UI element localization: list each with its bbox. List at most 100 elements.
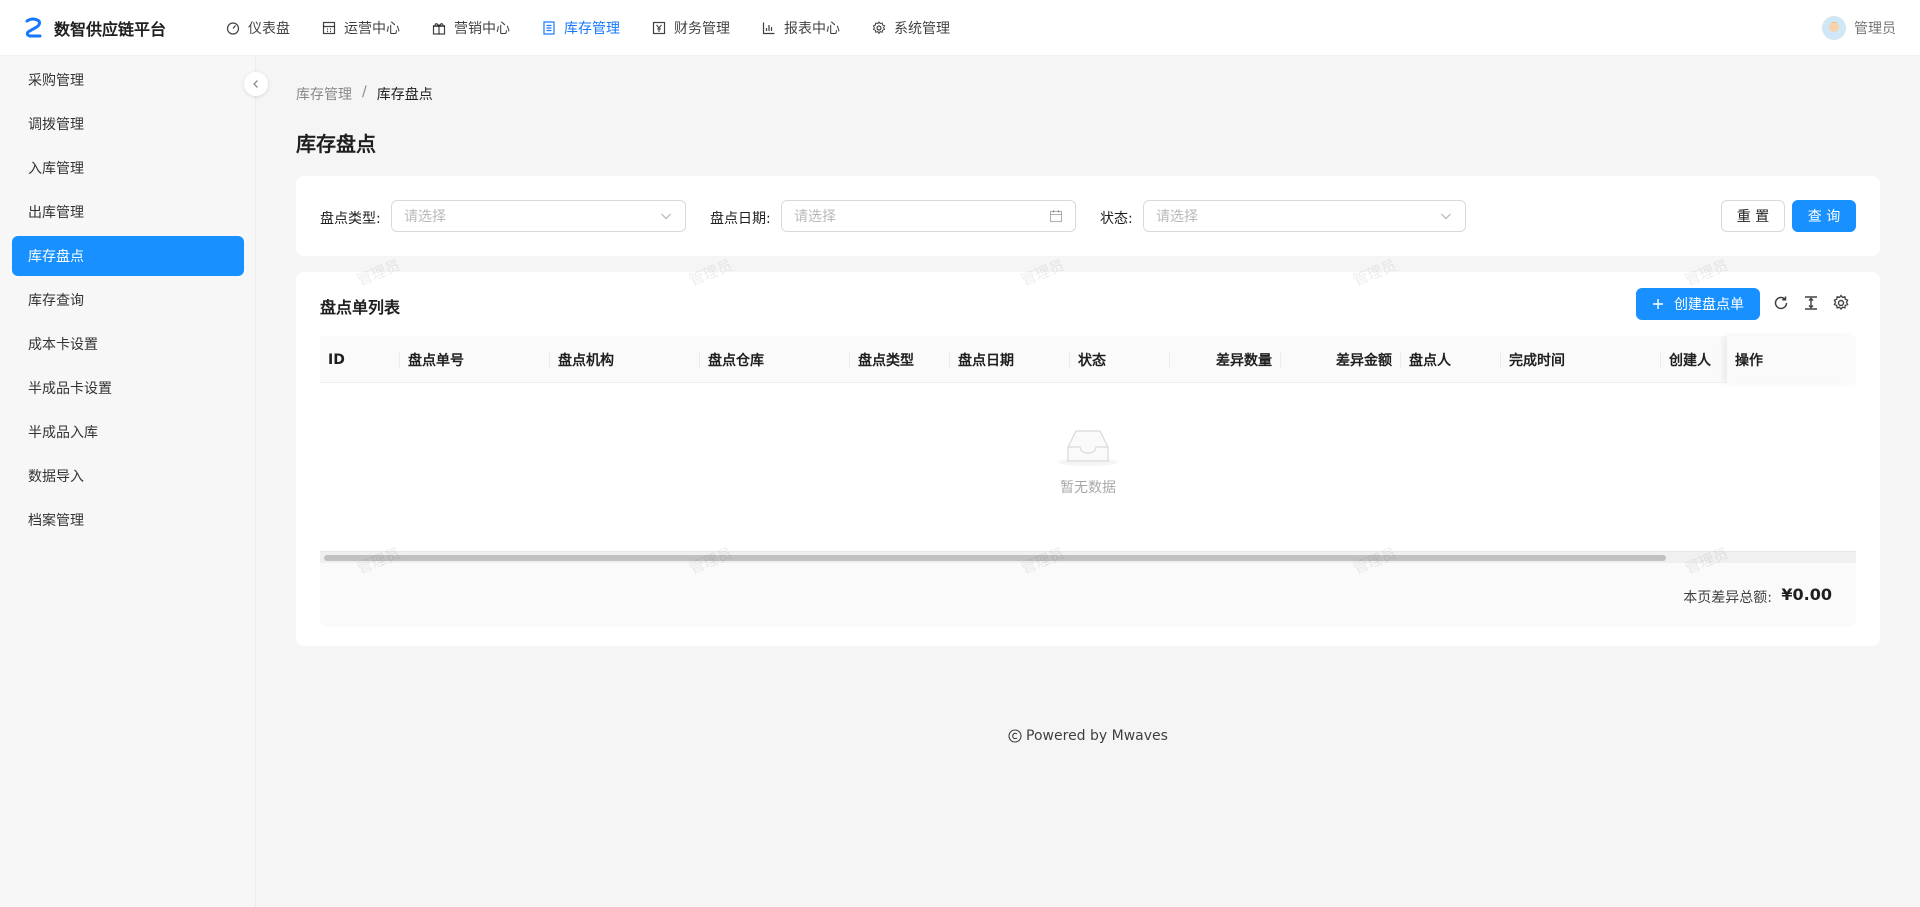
copyright-icon [1008, 729, 1022, 743]
nav-reports[interactable]: 报表中心 [746, 0, 856, 56]
column-header-diff-qty[interactable]: 差异数量 [1170, 336, 1280, 383]
nav-system-label: 系统管理 [894, 20, 950, 37]
top-navigation: 仪表盘 运营中心 营销中心 库存管理 财务管理 报表中心 系统管理 [210, 0, 966, 56]
column-header-status[interactable]: 状态 [1070, 336, 1169, 383]
column-header-finish-time[interactable]: 完成时间 [1501, 336, 1660, 383]
sidebar-item-label: 库存查询 [28, 293, 84, 309]
nav-dashboard[interactable]: 仪表盘 [210, 0, 306, 56]
sidebar-item-outbound[interactable]: 出库管理 [12, 192, 244, 232]
sidebar-item-stocktake[interactable]: 库存盘点 [12, 236, 244, 276]
nav-inventory-label: 库存管理 [564, 20, 620, 37]
filter-status-label: 状态: [1100, 208, 1133, 228]
create-stocktake-button[interactable]: 创建盘点单 [1636, 288, 1760, 320]
reset-button[interactable]: 重 置 [1721, 200, 1785, 232]
column-header-order-no[interactable]: 盘点单号 [400, 336, 549, 383]
nav-reports-label: 报表中心 [784, 20, 840, 37]
sidebar-collapse-button[interactable] [244, 72, 268, 96]
sidebar-item-inbound[interactable]: 入库管理 [12, 148, 244, 188]
column-header-type[interactable]: 盘点类型 [850, 336, 949, 383]
sidebar-item-purchase[interactable]: 采购管理 [12, 60, 244, 100]
page-title: 库存盘点 [296, 132, 376, 156]
gift-icon [432, 22, 446, 35]
scrollbar-thumb[interactable] [324, 555, 1666, 561]
table-header: ID 盘点单号 盘点机构 盘点仓库 盘点类型 盘点日期 状态 差异数量 差异金额… [320, 336, 1856, 383]
sidebar-item-label: 入库管理 [28, 161, 84, 177]
settings-gear-icon[interactable] [1832, 294, 1850, 312]
operation-column-fixed: 操作 [1727, 336, 1856, 383]
query-button[interactable]: 查 询 [1792, 200, 1856, 232]
sidebar-item-label: 档案管理 [28, 513, 84, 529]
sidebar-item-archive[interactable]: 档案管理 [12, 500, 244, 540]
column-header-actions: 操作 [1735, 352, 1763, 369]
colon: : [766, 211, 771, 227]
stocktake-date-picker[interactable]: 请选择 [781, 200, 1076, 232]
footer-text: Powered by Mwaves [1026, 728, 1168, 744]
nav-operations[interactable]: 运营中心 [306, 0, 416, 56]
sidebar-item-stock-query[interactable]: 库存查询 [12, 280, 244, 320]
document-list-icon [543, 20, 555, 35]
sidebar-item-label: 采购管理 [28, 73, 84, 89]
stocktake-date-placeholder: 请选择 [794, 209, 836, 225]
empty-text: 暂无数据 [1060, 480, 1116, 496]
sidebar-item-label: 调拨管理 [28, 117, 84, 133]
table-title: 盘点单列表 [320, 298, 401, 317]
nav-finance[interactable]: 财务管理 [636, 0, 746, 56]
footer: Powered by Mwaves [256, 728, 1920, 744]
calculator-icon [322, 21, 336, 34]
user-avatar-icon [1822, 16, 1846, 40]
colon: : [1128, 211, 1133, 227]
summary-label: 本页差异总额: [1683, 590, 1772, 606]
sidebar: 采购管理 调拨管理 入库管理 出库管理 库存盘点 库存查询 成本卡设置 半成品卡… [0, 56, 256, 907]
column-header-id[interactable]: ID [320, 336, 399, 383]
sidebar-item-label: 成本卡设置 [28, 337, 98, 353]
nav-marketing[interactable]: 营销中心 [416, 0, 526, 56]
status-select[interactable]: 请选择 [1143, 200, 1466, 232]
chevron-left-icon [253, 80, 258, 88]
calendar-icon [1049, 210, 1063, 223]
filter-date-label: 盘点日期: [710, 208, 771, 228]
nav-operations-label: 运营中心 [344, 20, 400, 37]
app-logo[interactable]: 数智供应链平台 [24, 16, 184, 40]
yen-box-icon [652, 21, 666, 34]
gear-icon [872, 20, 886, 34]
column-height-icon[interactable] [1802, 294, 1820, 312]
user-name: 管理员 [1854, 21, 1896, 37]
filter-type-label: 盘点类型: [320, 208, 381, 228]
sidebar-item-label: 出库管理 [28, 205, 84, 221]
horizontal-scrollbar[interactable] [320, 551, 1856, 563]
filter-date-label-text: 盘点日期 [710, 211, 766, 227]
bar-chart-icon [762, 22, 775, 34]
column-header-org[interactable]: 盘点机构 [550, 336, 699, 383]
sidebar-item-data-import[interactable]: 数据导入 [12, 456, 244, 496]
user-menu[interactable]: 管理员 [1822, 0, 1896, 56]
stocktake-type-select[interactable]: 请选择 [391, 200, 686, 232]
stocktake-table-card: 盘点单列表 创建盘点单 ID 盘点单号 盘点机构 盘点仓库 盘点类型 盘点日期 … [296, 272, 1880, 646]
column-header-counter[interactable]: 盘点人 [1401, 336, 1500, 383]
nav-system[interactable]: 系统管理 [856, 0, 966, 56]
refresh-icon[interactable] [1772, 294, 1790, 312]
brand-logo-icon [25, 17, 42, 37]
column-header-warehouse[interactable]: 盘点仓库 [700, 336, 849, 383]
sidebar-item-cost-card[interactable]: 成本卡设置 [12, 324, 244, 364]
nav-marketing-label: 营销中心 [454, 20, 510, 37]
sidebar-item-transfer[interactable]: 调拨管理 [12, 104, 244, 144]
nav-finance-label: 财务管理 [674, 20, 730, 37]
colon: : [376, 211, 381, 227]
column-header-date[interactable]: 盘点日期 [950, 336, 1069, 383]
filter-status-label-text: 状态 [1100, 211, 1128, 227]
plus-icon [1653, 299, 1663, 309]
status-placeholder: 请选择 [1156, 209, 1198, 225]
sidebar-item-semi-inbound[interactable]: 半成品入库 [12, 412, 244, 452]
column-header-diff-amount[interactable]: 差异金额 [1281, 336, 1400, 383]
breadcrumb-parent[interactable]: 库存管理 [296, 84, 352, 104]
breadcrumb-separator: / [362, 84, 367, 100]
sidebar-item-label: 库存盘点 [28, 249, 84, 265]
sidebar-item-semi-card[interactable]: 半成品卡设置 [12, 368, 244, 408]
breadcrumb: 库存管理 / 库存盘点 [296, 84, 433, 104]
empty-inbox-icon [1058, 430, 1118, 466]
column-header-creator[interactable]: 创建人 [1661, 336, 1727, 383]
summary-value: ¥0.00 [1781, 585, 1832, 604]
nav-dashboard-label: 仪表盘 [248, 20, 290, 37]
nav-inventory[interactable]: 库存管理 [526, 0, 636, 56]
sidebar-item-label: 数据导入 [28, 469, 84, 485]
